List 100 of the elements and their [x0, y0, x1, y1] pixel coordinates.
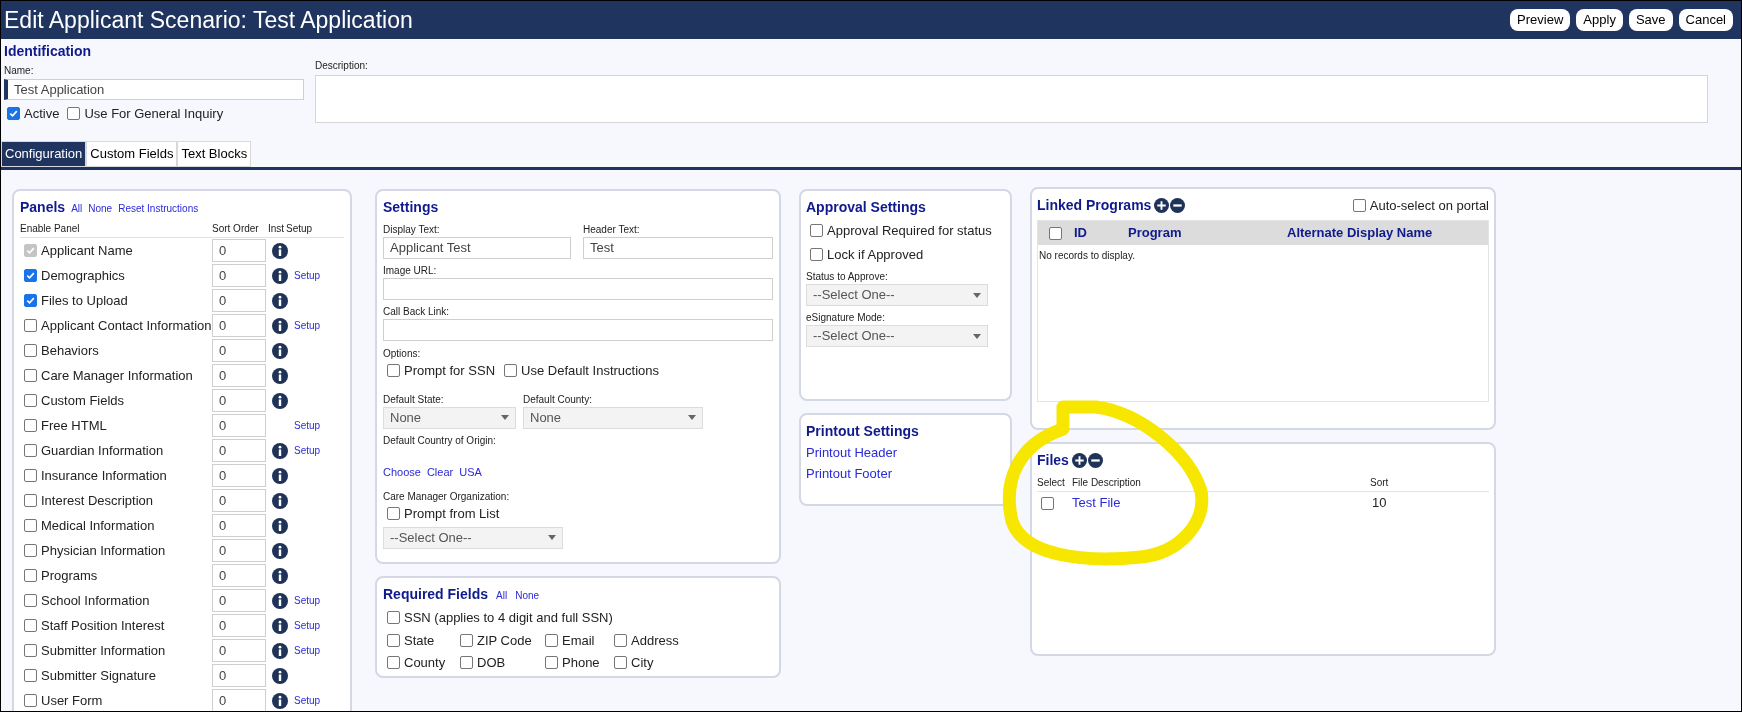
header-button[interactable]: Apply	[1576, 9, 1623, 31]
link[interactable]: Printout Header	[806, 443, 898, 463]
checkbox[interactable]	[24, 594, 37, 607]
text-field[interactable]: 0	[212, 564, 266, 587]
info-icon[interactable]	[272, 567, 288, 584]
checkbox[interactable]	[24, 269, 37, 282]
link[interactable]: Setup	[294, 318, 321, 333]
text-field[interactable]: 0	[212, 514, 266, 537]
header-button[interactable]: Cancel	[1678, 9, 1733, 31]
text-field[interactable]: 0	[212, 439, 266, 462]
tab[interactable]: Text Blocks	[177, 141, 252, 167]
text-field[interactable]: 0	[212, 689, 266, 711]
add-icon[interactable]	[1154, 198, 1170, 213]
add-icon[interactable]	[1071, 453, 1087, 468]
text-field[interactable]: 0	[212, 464, 266, 487]
text-field[interactable]: 0	[212, 339, 266, 362]
text-field[interactable]	[383, 278, 773, 300]
checkbox[interactable]	[460, 656, 473, 670]
checkbox[interactable]	[24, 319, 37, 332]
checkbox[interactable]	[810, 247, 823, 261]
checkbox[interactable]	[24, 694, 37, 707]
checkbox[interactable]	[387, 364, 400, 378]
link[interactable]: Setup	[294, 618, 321, 633]
link[interactable]: USA	[459, 463, 482, 480]
tab[interactable]: Custom Fields	[86, 141, 178, 167]
text-field[interactable]: 0	[212, 314, 266, 337]
checkbox[interactable]	[24, 469, 37, 482]
info-icon[interactable]	[272, 542, 288, 559]
select-dropdown[interactable]: None	[383, 406, 516, 429]
link[interactable]: Setup	[294, 268, 321, 283]
remove-icon[interactable]	[1170, 198, 1186, 213]
info-icon[interactable]	[272, 467, 288, 484]
text-field[interactable]: 0	[212, 489, 266, 512]
info-icon[interactable]	[272, 317, 288, 334]
link[interactable]: None	[515, 588, 540, 603]
checkbox[interactable]	[24, 669, 37, 682]
checkbox[interactable]	[24, 369, 37, 382]
text-field[interactable]: 0	[212, 639, 266, 662]
header-button[interactable]: Preview	[1510, 9, 1571, 31]
text-field[interactable]: Applicant Test	[383, 237, 571, 259]
info-icon[interactable]	[272, 367, 288, 384]
select-dropdown[interactable]: --Select One--	[806, 284, 988, 306]
link[interactable]: All	[496, 588, 508, 603]
checkbox[interactable]	[24, 394, 37, 407]
link[interactable]: Setup	[294, 593, 321, 608]
link[interactable]: Reset Instructions	[118, 201, 199, 216]
link[interactable]: All	[71, 201, 83, 216]
header-button[interactable]: Save	[1628, 9, 1673, 31]
info-icon[interactable]	[272, 517, 288, 534]
link[interactable]: Setup	[294, 443, 321, 458]
text-field[interactable]: 0	[212, 614, 266, 637]
text-field[interactable]: 0	[212, 364, 266, 387]
checkbox[interactable]	[1049, 226, 1062, 240]
link[interactable]: Choose	[383, 463, 421, 480]
link[interactable]: Setup	[294, 643, 321, 658]
text-field[interactable]: 0	[212, 589, 266, 612]
info-icon[interactable]	[272, 642, 288, 659]
text-field[interactable]: Test Application	[4, 79, 304, 100]
info-icon[interactable]	[272, 592, 288, 609]
checkbox[interactable]	[387, 656, 400, 670]
checkbox[interactable]	[24, 294, 37, 307]
checkbox[interactable]	[24, 544, 37, 557]
text-field[interactable]: 0	[212, 264, 266, 287]
info-icon[interactable]	[272, 292, 288, 309]
info-icon[interactable]	[272, 342, 288, 359]
link[interactable]: Clear	[426, 463, 454, 480]
remove-icon[interactable]	[1087, 453, 1103, 468]
checkbox[interactable]	[545, 656, 558, 670]
link[interactable]: Test File	[1072, 495, 1121, 511]
select-dropdown[interactable]: --Select One--	[806, 325, 988, 347]
link[interactable]: Setup	[294, 418, 321, 433]
info-icon[interactable]	[272, 267, 288, 284]
checkbox[interactable]	[810, 224, 823, 238]
text-field[interactable]: 0	[212, 539, 266, 562]
checkbox[interactable]	[24, 344, 37, 357]
info-icon[interactable]	[272, 442, 288, 459]
checkbox[interactable]	[460, 633, 473, 647]
checkbox[interactable]	[614, 656, 627, 670]
checkbox[interactable]	[24, 444, 37, 457]
checkbox[interactable]	[24, 494, 37, 507]
checkbox[interactable]	[24, 644, 37, 657]
checkbox[interactable]	[1352, 199, 1366, 212]
checkbox[interactable]	[1041, 496, 1054, 510]
text-field[interactable]: 0	[212, 389, 266, 412]
select-dropdown[interactable]: None	[523, 406, 703, 429]
tab[interactable]: Configuration	[1, 141, 87, 167]
link[interactable]: None	[88, 201, 113, 216]
info-icon[interactable]	[272, 492, 288, 509]
checkbox[interactable]	[24, 519, 37, 532]
checkbox[interactable]	[387, 633, 400, 647]
select-dropdown[interactable]: --Select One--	[383, 526, 563, 549]
checkbox[interactable]	[504, 364, 518, 378]
checkbox[interactable]	[387, 611, 400, 625]
checkbox[interactable]	[387, 507, 400, 521]
text-field[interactable]	[383, 319, 773, 341]
checkbox[interactable]	[7, 107, 20, 121]
link[interactable]: Printout Footer	[806, 463, 892, 483]
info-icon[interactable]	[272, 617, 288, 634]
text-field[interactable]: Test	[583, 237, 773, 259]
text-field[interactable]: 0	[212, 664, 266, 687]
